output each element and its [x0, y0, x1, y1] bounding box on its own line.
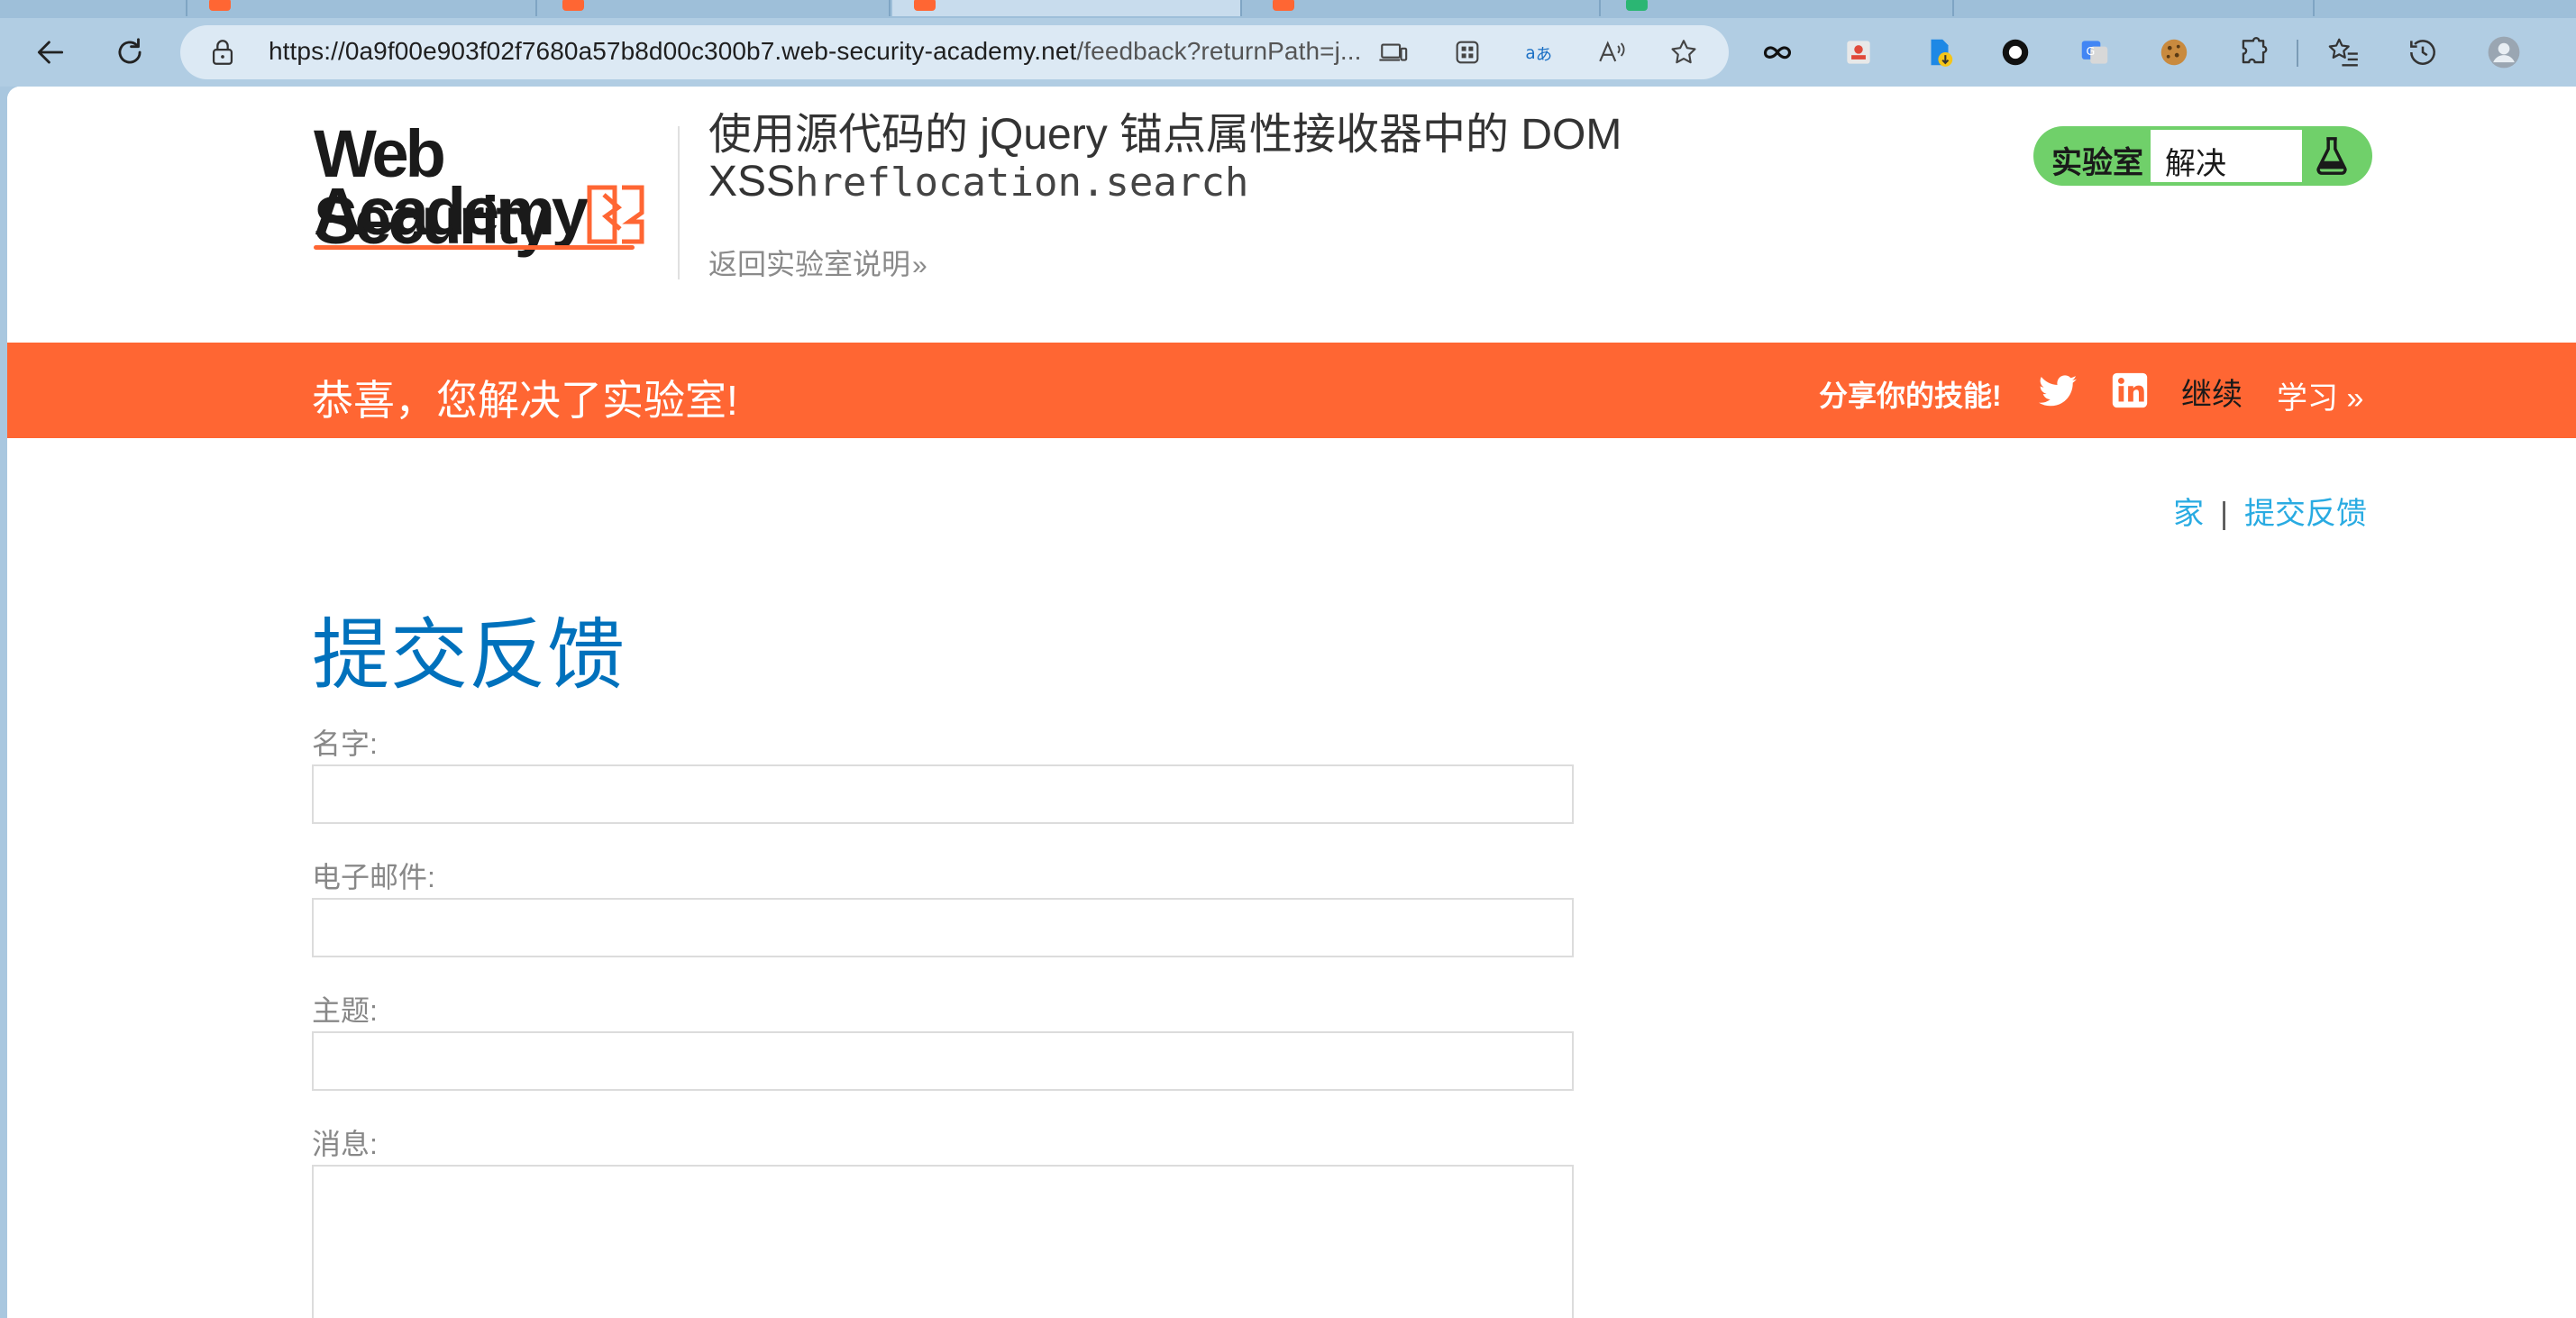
favorites-button[interactable] — [2324, 32, 2363, 72]
double-chevron-right-icon: » — [2346, 381, 2364, 416]
header-divider — [678, 126, 680, 279]
linkedin-icon[interactable] — [2109, 370, 2151, 411]
solved-banner: 恭喜，您解决了实验室! 分享你的技能! 继续 学习 » — [7, 343, 2576, 438]
portswigger-favicon-icon — [562, 0, 584, 11]
share-skills-label: 分享你的技能! — [1819, 380, 2002, 412]
toolbar-separator — [2297, 40, 2298, 67]
browser-tab[interactable] — [1251, 0, 1601, 16]
name-label: 名字: — [312, 728, 378, 760]
browser-tab[interactable] — [0, 0, 187, 16]
extension-translate[interactable]: G — [2075, 32, 2115, 72]
translate-button[interactable]: aあ — [1521, 34, 1557, 70]
learning-link[interactable]: 学习 » — [2277, 373, 2363, 417]
back-to-lab-description-link[interactable]: 返回实验室说明» — [708, 242, 927, 283]
translate-icon: aあ — [1525, 44, 1552, 65]
page-viewport: Web Security Academy 使用源代码的 jQuery 锚点属性接… — [7, 87, 2576, 1318]
device-icon-button[interactable] — [1375, 34, 1411, 70]
breadcrumb-feedback-link[interactable]: 提交反馈 — [2244, 497, 2367, 531]
subject-label: 主题: — [312, 994, 378, 1027]
logo-line2: Academy — [314, 174, 589, 249]
cookie-icon — [2160, 39, 2188, 66]
extension-cookie[interactable] — [2154, 32, 2194, 72]
extension-download[interactable] — [1920, 32, 1959, 72]
back-button[interactable] — [27, 29, 74, 76]
breadcrumb-separator: | — [2220, 497, 2228, 531]
extension-red-icon — [1847, 41, 1870, 64]
browser-tab-active[interactable] — [892, 0, 1242, 16]
message-field[interactable] — [312, 1165, 1574, 1318]
web-security-academy-logo[interactable]: Web Security Academy — [314, 121, 674, 256]
reload-button[interactable] — [106, 29, 153, 76]
devices-icon — [1379, 43, 1408, 61]
name-field[interactable] — [312, 764, 1574, 824]
extensions-button[interactable] — [2233, 32, 2273, 72]
tab-strip — [0, 0, 2576, 18]
puzzle-icon — [2242, 37, 2268, 64]
breadcrumb-home-link[interactable]: 家 — [2173, 497, 2204, 531]
email-label: 电子邮件: — [312, 861, 435, 893]
avatar — [2488, 36, 2520, 69]
double-chevron-right-icon: » — [912, 251, 927, 280]
lab-title: 使用源代码的 jQuery 锚点属性接收器中的 DOM XSShreflocat… — [708, 112, 1700, 206]
learning-link-label: 学习 — [2277, 381, 2338, 416]
download-file-icon — [1931, 39, 1953, 67]
continue-link[interactable]: 继续 — [2181, 370, 2243, 414]
portswigger-favicon-icon — [914, 0, 936, 11]
browser-toolbar: https://0a9f00e903f02f7680a57b8d00c300b7… — [0, 18, 2576, 87]
solved-message: 恭喜，您解决了实验室! — [312, 377, 738, 424]
browser-tab[interactable] — [1965, 0, 2315, 16]
read-aloud-button[interactable] — [1594, 34, 1630, 70]
favorite-button[interactable] — [1666, 34, 1702, 70]
url-text[interactable]: https://0a9f00e903f02f7680a57b8d00c300b7… — [269, 37, 1362, 66]
circle-extension-icon — [2002, 39, 2029, 66]
svg-text:G: G — [2087, 44, 2096, 58]
lock-icon[interactable] — [207, 37, 238, 68]
extension-infinity[interactable] — [1758, 32, 1797, 72]
apps-button[interactable] — [1449, 34, 1485, 70]
breadcrumb: 家 | 提交反馈 — [2173, 489, 2367, 533]
browser-tab[interactable] — [2318, 0, 2576, 16]
message-label: 消息: — [312, 1128, 378, 1160]
reload-icon — [118, 38, 142, 64]
back-link-label: 返回实验室说明 — [708, 248, 911, 280]
site-favicon-icon — [1626, 0, 1648, 11]
lab-status-value: 解决 — [2151, 130, 2302, 182]
email-field[interactable] — [312, 898, 1574, 957]
svg-text:a: a — [1525, 44, 1535, 63]
favorites-list-icon — [2328, 38, 2358, 67]
lab-header: Web Security Academy 使用源代码的 jQuery 锚点属性接… — [7, 87, 2576, 343]
portswigger-favicon-icon — [1273, 0, 1294, 11]
url-host: https://0a9f00e903f02f7680a57b8d00c300b7… — [269, 37, 1077, 65]
google-translate-icon: G — [2081, 41, 2108, 64]
browser-tab[interactable] — [187, 0, 537, 16]
subject-field[interactable] — [312, 1031, 1574, 1091]
lab-title-code: hreflocation.search — [795, 160, 1249, 206]
extension-red[interactable] — [1839, 32, 1878, 72]
extension-circle[interactable] — [1996, 32, 2035, 72]
flask-icon — [2316, 137, 2347, 175]
infinity-icon — [1763, 46, 1792, 59]
browser-tab[interactable] — [1604, 0, 1954, 16]
read-aloud-icon — [1599, 41, 1625, 62]
logo-underline — [314, 245, 635, 250]
browser-tab[interactable] — [541, 0, 891, 16]
url-path: /feedback?returnPath=j... — [1076, 37, 1362, 65]
lab-status-widget: 实验室 解决 — [2033, 126, 2372, 186]
history-icon — [2410, 40, 2435, 65]
arrow-left-icon — [37, 41, 64, 64]
twitter-icon[interactable] — [2037, 370, 2078, 411]
lab-status-label: 实验室 — [2051, 146, 2143, 180]
star-icon — [1671, 40, 1696, 64]
history-button[interactable] — [2403, 32, 2443, 72]
lab-title-text: 使用源代码的 jQuery 锚点属性接收器中的 DOM — [708, 111, 1622, 159]
profile-button[interactable] — [2484, 32, 2524, 72]
portswigger-favicon-icon — [209, 0, 231, 11]
page-title: 提交反馈 — [312, 612, 626, 699]
address-bar[interactable]: https://0a9f00e903f02f7680a57b8d00c300b7… — [180, 25, 1729, 79]
lab-title-xss: XSS — [708, 158, 796, 206]
apps-grid-icon — [1456, 41, 1479, 64]
svg-text:あ: あ — [1536, 46, 1552, 65]
academy-mark-icon — [587, 185, 644, 244]
